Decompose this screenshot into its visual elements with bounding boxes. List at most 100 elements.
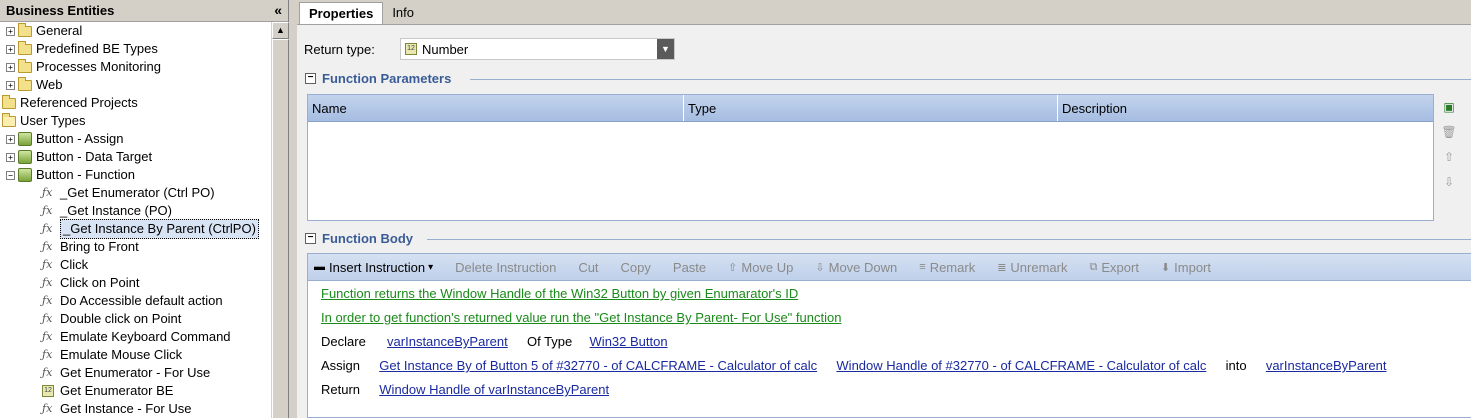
tree-item[interactable]: Referenced Projects: [0, 94, 272, 112]
delete-icon[interactable]: 🗑: [1439, 122, 1459, 142]
expand-icon[interactable]: +: [6, 152, 15, 162]
scrollbar-thumb[interactable]: [272, 39, 289, 418]
tree-item[interactable]: ƒx Get Instance - For Use: [0, 400, 272, 418]
tree-item[interactable]: ƒx Click: [0, 256, 272, 274]
copy-button[interactable]: Copy: [621, 260, 651, 275]
tree-item[interactable]: ƒx _Get Instance By Parent (CtrlPO): [0, 219, 272, 239]
function-icon: ƒx: [42, 186, 53, 199]
parameters-grid[interactable]: Name Type Description: [307, 94, 1434, 221]
expand-icon[interactable]: +: [6, 26, 15, 36]
expand-icon[interactable]: +: [6, 62, 15, 72]
panel-title: Business Entities: [6, 3, 115, 18]
number-type-icon: 12: [42, 385, 54, 397]
collapse-icon[interactable]: −: [6, 170, 15, 180]
toolbar-label: Export: [1101, 259, 1139, 275]
move-down-button[interactable]: ⇩ Move Down: [815, 260, 897, 275]
expand-icon[interactable]: +: [6, 134, 15, 144]
tree-item[interactable]: ƒx Click on Point: [0, 274, 272, 292]
return-value-link[interactable]: Window Handle of varInstanceByParent: [379, 382, 609, 397]
function-icon: ƒx: [42, 258, 53, 271]
column-header-name[interactable]: Name: [308, 95, 684, 121]
tree-item[interactable]: + Button - Assign: [0, 130, 272, 148]
tree-item[interactable]: + General: [0, 22, 272, 40]
tree-item-label: Get Enumerator - For Use: [60, 365, 211, 380]
chevron-down-icon[interactable]: ▾: [428, 262, 433, 273]
type-link[interactable]: Win32 Button: [590, 334, 668, 349]
move-down-icon[interactable]: ⇩: [1439, 172, 1459, 192]
code-line-comment[interactable]: Function returns the Window Handle of th…: [321, 286, 798, 301]
move-up-button[interactable]: ⇧ Move Up: [728, 260, 793, 275]
expand-icon[interactable]: +: [6, 44, 15, 54]
tree-item[interactable]: ƒx Bring to Front: [0, 238, 272, 256]
paste-button[interactable]: Paste: [673, 260, 706, 275]
code-line-assign[interactable]: Assign Get Instance By of Button 5 of #3…: [321, 358, 1387, 373]
function-parameters-header[interactable]: − Function Parameters: [305, 71, 451, 86]
unremark-button[interactable]: ≣ Unremark: [997, 260, 1067, 275]
section-title: Function Body: [322, 231, 413, 246]
tree-scrollbar[interactable]: ▲: [271, 22, 289, 418]
assign-source-link[interactable]: Get Instance By of Button 5 of #32770 - …: [379, 358, 817, 373]
tree-item-label: Click: [60, 257, 89, 272]
tree-item-label: Get Instance - For Use: [60, 401, 192, 416]
tree-item-label: _Get Instance (PO): [60, 203, 172, 218]
function-body-header[interactable]: − Function Body: [305, 231, 413, 246]
panel-splitter[interactable]: [289, 0, 297, 418]
toolbar-label: Import: [1174, 259, 1211, 275]
collapse-section-icon[interactable]: −: [305, 233, 316, 244]
tree-item[interactable]: ƒx _Get Instance (PO): [0, 202, 272, 220]
column-header-type[interactable]: Type: [684, 95, 1058, 121]
tree-item[interactable]: + Button - Data Target: [0, 148, 272, 166]
code-line-comment[interactable]: In order to get function's returned valu…: [321, 310, 841, 325]
tab-properties[interactable]: Properties: [299, 2, 384, 24]
tree-item-label: Click on Point: [60, 275, 140, 290]
keyword-assign: Assign: [321, 358, 361, 373]
add-parameter-icon[interactable]: ▣: [1439, 97, 1459, 117]
tree-item[interactable]: + Processes Monitoring: [0, 58, 272, 76]
export-button[interactable]: ⧉ Export: [1090, 260, 1139, 275]
tree-item[interactable]: ƒx Emulate Mouse Click: [0, 346, 272, 364]
collapse-section-icon[interactable]: −: [305, 73, 316, 84]
assign-argument-link[interactable]: Window Handle of #32770 - of CALCFRAME -…: [836, 358, 1206, 373]
function-body-editor[interactable]: ▬ Insert Instruction ▾ Delete Instruction Cu…: [307, 253, 1471, 418]
tree-item[interactable]: ƒx Get Enumerator - For Use: [0, 364, 272, 382]
tree-item[interactable]: ƒx Do Accessible default action: [0, 292, 272, 310]
unremark-icon: ≣: [997, 261, 1007, 274]
chevron-down-icon[interactable]: ▼: [657, 39, 674, 59]
import-button[interactable]: ⬇ Import: [1161, 260, 1211, 275]
scroll-up-arrow-icon[interactable]: ▲: [272, 22, 289, 39]
cut-button[interactable]: Cut: [578, 260, 598, 275]
tree-item[interactable]: User Types: [0, 112, 272, 130]
return-type-select[interactable]: 12 Number ▼: [400, 38, 675, 60]
tree-item[interactable]: 12 Get Enumerator BE: [0, 382, 272, 400]
tree-item[interactable]: + Web: [0, 76, 272, 94]
tree-item[interactable]: + Predefined BE Types: [0, 40, 272, 58]
tree-item[interactable]: − Button - Function: [0, 166, 272, 184]
remark-icon: ≡: [919, 261, 926, 273]
code-line-declare[interactable]: Declare varInstanceByParent Of Type Win3…: [321, 334, 668, 349]
tree-item[interactable]: ƒx Emulate Keyboard Command: [0, 328, 272, 346]
expand-icon[interactable]: +: [6, 80, 15, 90]
variable-link[interactable]: varInstanceByParent: [387, 334, 508, 349]
comment-text[interactable]: In order to get function's returned valu…: [321, 310, 841, 325]
delete-instruction-button[interactable]: Delete Instruction: [455, 260, 556, 275]
column-header-description[interactable]: Description: [1058, 95, 1433, 121]
tree-item-label: Bring to Front: [60, 239, 139, 254]
tree-item[interactable]: ƒx Double click on Point: [0, 310, 272, 328]
toolbar-label: Remark: [929, 259, 976, 275]
toolbar-label: Delete Instruction: [455, 259, 557, 275]
code-line-return[interactable]: Return Window Handle of varInstanceByPar…: [321, 382, 609, 397]
toolbar-label: Unremark: [1010, 259, 1068, 275]
panel-header: Business Entities «: [0, 0, 288, 22]
move-up-icon[interactable]: ⇧: [1439, 147, 1459, 167]
function-icon: ƒx: [42, 276, 53, 289]
assign-target-link[interactable]: varInstanceByParent: [1266, 358, 1387, 373]
business-type-icon: [18, 132, 32, 146]
tab-info[interactable]: Info: [383, 2, 423, 24]
insert-instruction-button[interactable]: ▬ Insert Instruction ▾: [314, 260, 433, 275]
collapse-panel-button[interactable]: «: [274, 2, 282, 18]
folder-icon: [18, 58, 32, 73]
remark-button[interactable]: ≡ Remark: [919, 260, 975, 275]
comment-text[interactable]: Function returns the Window Handle of th…: [321, 286, 798, 301]
tree-item[interactable]: ƒx _Get Enumerator (Ctrl PO): [0, 184, 272, 202]
tree-item-label: Emulate Keyboard Command: [60, 329, 231, 344]
